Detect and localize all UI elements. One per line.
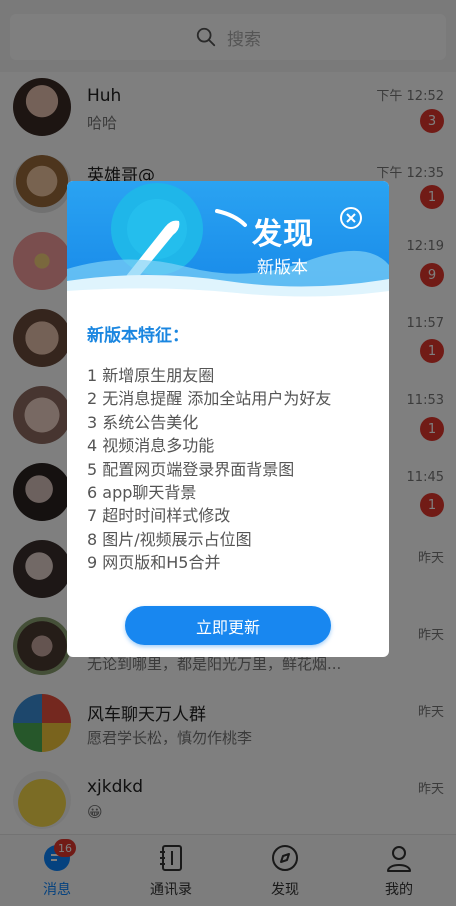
update-dialog: 发现 新版本 新版本特征： 1 新增原生朋友圈 2 无消息提醒 添加全站用户为好… — [67, 181, 389, 657]
feature-item: 3 系统公告美化 — [87, 412, 199, 432]
features-heading: 新版本特征： — [87, 326, 189, 346]
feature-item: 2 无消息提醒 添加全站用户为好友 — [87, 389, 332, 409]
feature-item: 5 配置网页端登录界面背景图 — [87, 459, 295, 479]
close-icon[interactable] — [339, 206, 363, 230]
dialog-banner — [67, 181, 389, 299]
feature-item: 8 图片/视频展示占位图 — [87, 529, 252, 549]
feature-list: 1 新增原生朋友圈 2 无消息提醒 添加全站用户为好友 3 系统公告美化 4 视… — [87, 364, 377, 575]
feature-item: 1 新增原生朋友圈 — [87, 366, 215, 385]
feature-item: 9 网页版和H5合并 — [87, 553, 221, 573]
feature-item: 6 app聊天背景 — [87, 482, 197, 502]
feature-item: 7 超时时间样式修改 — [87, 506, 231, 526]
dialog-subtitle: 新版本 — [257, 258, 308, 278]
feature-item: 4 视频消息多功能 — [87, 436, 215, 456]
update-now-button[interactable]: 立即更新 — [125, 606, 331, 645]
dialog-title: 发现 — [252, 217, 314, 252]
